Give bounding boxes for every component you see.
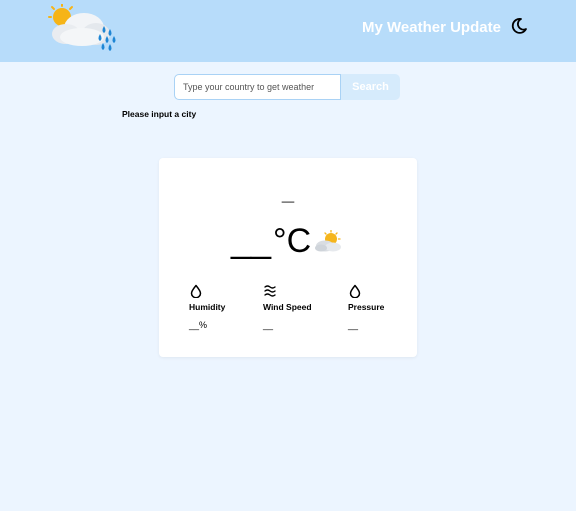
droplet-icon (349, 284, 361, 298)
stat-label: Humidity (189, 302, 226, 312)
weather-card: _ __ °C Humidity __% Wind Speed __ Press… (159, 158, 417, 357)
moon-icon[interactable] (510, 17, 528, 35)
temperature-unit: °C (273, 222, 312, 260)
stat-label: Wind Speed (263, 302, 312, 312)
search-button[interactable]: Search (341, 74, 400, 100)
temperature-value: __ (231, 219, 272, 260)
status-message: Please input a city (122, 109, 197, 119)
stat-value: __ (348, 320, 359, 330)
stat-wind-speed: Wind Speed __ (263, 284, 333, 330)
stat-label: Pressure (348, 302, 385, 312)
cloud-sun-rain-icon (48, 4, 116, 51)
search-bar: Search (174, 74, 400, 100)
stat-pressure: Pressure __ (348, 284, 418, 330)
stat-value: __ (263, 320, 274, 330)
search-input[interactable] (174, 74, 341, 100)
city-name: _ (281, 180, 295, 205)
wind-icon (264, 285, 276, 297)
app-header: My Weather Update (0, 0, 576, 62)
stat-value: __% (189, 320, 208, 330)
stat-humidity: Humidity __% (189, 284, 259, 330)
partly-cloudy-icon (315, 230, 341, 252)
droplet-icon (190, 284, 202, 298)
app-title: My Weather Update (362, 19, 501, 36)
